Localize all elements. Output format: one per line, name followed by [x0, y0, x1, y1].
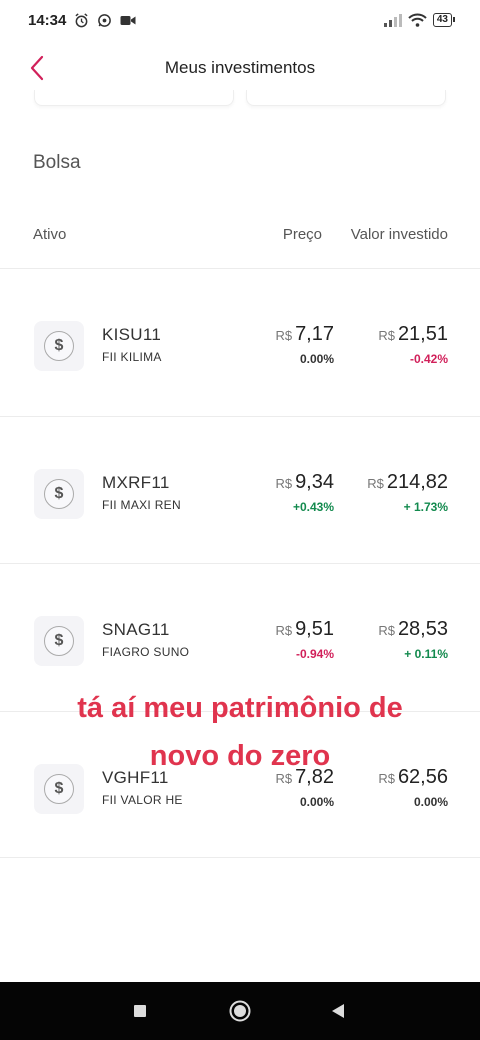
dollar-coin-icon: $ — [34, 321, 84, 371]
dollar-coin-icon: $ — [34, 616, 84, 666]
overlay-caption: tá aí meu patrimônio de novo do zero — [0, 684, 480, 780]
price-value: 9,34 — [295, 470, 334, 493]
asset-ticker: KISU11 — [102, 325, 162, 344]
column-headers: Ativo Preço Valor investido — [0, 226, 480, 246]
alarm-icon — [74, 12, 89, 28]
asset-ticker: MXRF11 — [102, 472, 170, 492]
system-nav-bar — [0, 982, 480, 1040]
asset-ticker: SNAG11 — [102, 620, 170, 639]
invested-value: 28,53 — [397, 618, 448, 640]
section-title: Bolsa — [33, 152, 81, 173]
currency-label: R$ — [275, 623, 293, 638]
invested-value: 214,82 — [386, 470, 448, 493]
circle-icon — [229, 1000, 251, 1022]
wifi-icon — [408, 13, 427, 27]
invested-change: -0.42% — [409, 352, 448, 366]
asset-name: FIAGRO SUNO — [102, 645, 190, 659]
video-camera-icon — [120, 14, 136, 27]
price-change: 0.00% — [299, 794, 334, 809]
price-change: +0.43% — [292, 499, 334, 514]
price-value: 9,51 — [295, 618, 334, 640]
price-change: 0.00% — [299, 352, 334, 366]
triangle-left-icon — [332, 1004, 344, 1018]
column-header-valor: Valor investido — [350, 226, 448, 243]
asset-row[interactable]: $ MXRF11 FII MAXI REN R$ 9,34 +0.43% R$ 21… — [0, 415, 480, 564]
currency-label: R$ — [378, 623, 395, 638]
currency-label: R$ — [378, 328, 395, 343]
asset-name: FII KILIMA — [102, 350, 162, 364]
caption-line-1: tá aí meu patrimônio de — [77, 692, 403, 724]
summary-cards — [0, 90, 480, 108]
column-header-preco: Preço — [282, 226, 322, 243]
whatsapp-icon — [97, 13, 112, 28]
invested-value: 21,51 — [397, 323, 448, 345]
summary-card-right[interactable] — [246, 90, 446, 106]
chevron-left-icon — [30, 55, 44, 81]
currency-label: R$ — [275, 475, 293, 491]
price-value: 7,17 — [295, 323, 334, 345]
battery-icon: 43 — [432, 13, 456, 27]
summary-card-left[interactable] — [34, 90, 234, 106]
home-button[interactable] — [228, 999, 252, 1023]
caption-line-2: novo do zero — [149, 740, 331, 772]
currency-label: R$ — [275, 328, 293, 343]
invested-change: + 1.73% — [403, 499, 448, 514]
asset-price: R$ 7,17 0.00% — [275, 323, 334, 366]
asset-invested: R$ 214,82 + 1.73% — [367, 471, 448, 514]
recent-apps-button[interactable] — [128, 999, 152, 1023]
invested-change: 0.00% — [413, 794, 448, 809]
app-header: Meus investimentos — [0, 40, 480, 96]
square-icon — [134, 1005, 146, 1017]
status-time: 14:34 — [28, 11, 67, 29]
column-header-ativo: Ativo — [33, 226, 67, 243]
asset-price: R$ 9,51 -0.94% — [275, 618, 334, 661]
invested-change: + 0.11% — [404, 647, 448, 661]
asset-invested: R$ 28,53 + 0.11% — [378, 618, 448, 661]
asset-row[interactable]: $ KISU11 FII KILIMA R$ 7,17 0.00% R$ 21,51… — [0, 268, 480, 416]
asset-name: FII MAXI REN — [102, 497, 181, 512]
signal-icon — [383, 13, 402, 27]
page-title: Meus investimentos — [164, 58, 316, 77]
currency-label: R$ — [367, 475, 384, 491]
back-button[interactable] — [30, 54, 56, 82]
price-change: -0.94% — [295, 647, 334, 661]
system-back-button[interactable] — [326, 999, 350, 1023]
asset-name: FII VALOR HE — [102, 792, 183, 807]
asset-invested: R$ 21,51 -0.42% — [378, 323, 448, 366]
status-bar: 14:34 43 — [0, 0, 480, 40]
dollar-coin-icon: $ — [34, 468, 84, 519]
asset-price: R$ 9,34 +0.43% — [275, 471, 334, 514]
